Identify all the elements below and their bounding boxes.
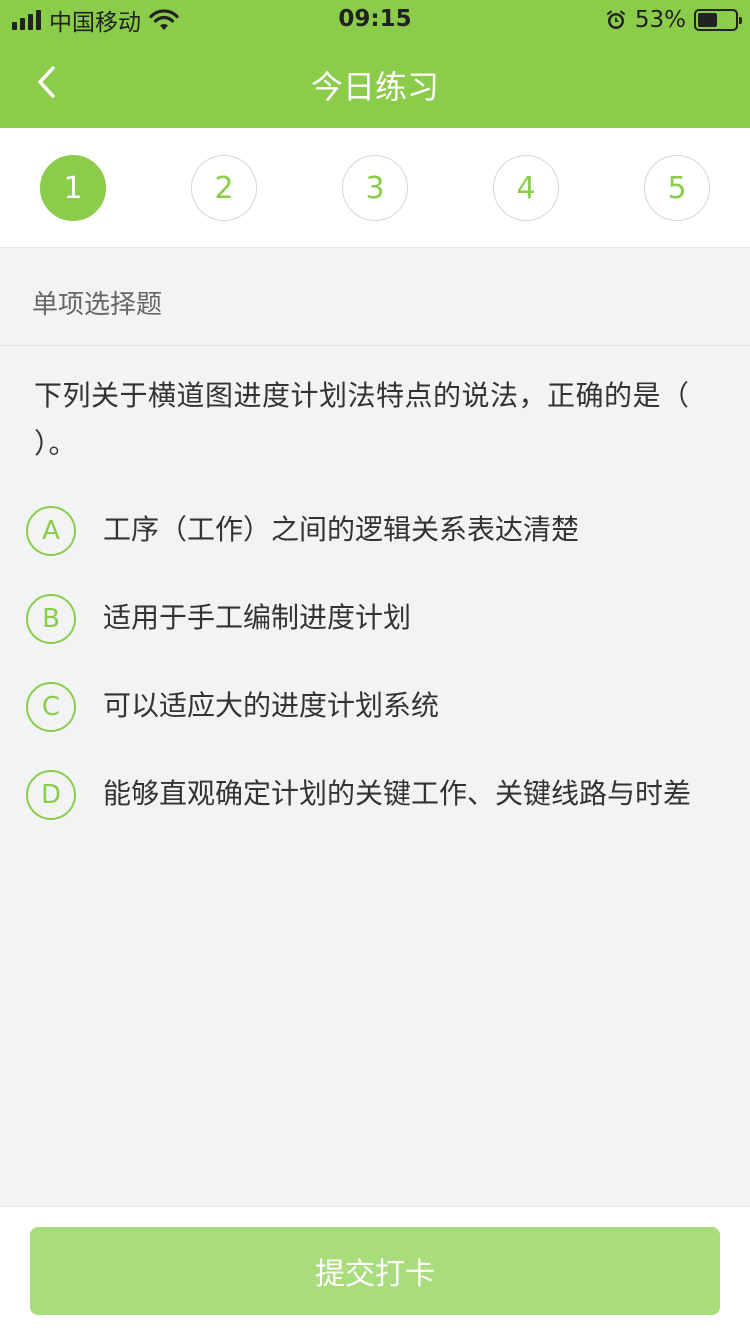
question-type-label: 单项选择题	[32, 290, 163, 320]
question-text: 下列关于横道图进度计划法特点的说法，正确的是（ ）。	[34, 379, 690, 460]
step-4-button[interactable]: 4	[493, 155, 559, 221]
question-type-header: 单项选择题	[0, 248, 750, 346]
option-text: 能够直观确定计划的关键工作、关键线路与时差	[103, 777, 692, 810]
option-text: 可以适应大的进度计划系统	[103, 689, 440, 722]
battery-fill	[698, 13, 718, 27]
step-1-button[interactable]: 1	[40, 155, 106, 221]
footer-bar: 提交打卡	[0, 1206, 750, 1334]
question-step-strip: 1 2 3 4 5	[0, 128, 750, 248]
battery-percent: 53%	[634, 7, 686, 33]
option-text: 工序（工作）之间的逻辑关系表达清楚	[103, 513, 580, 546]
option-text: 适用于手工编制进度计划	[103, 601, 412, 634]
step-3-button[interactable]: 3	[342, 155, 408, 221]
status-bar: 中国移动 09:15 53%	[0, 0, 750, 40]
top-bar: 中国移动 09:15 53% 今日练习	[0, 0, 750, 128]
option-letter-circle: D	[26, 770, 76, 820]
screen: 中国移动 09:15 53% 今日练习 1 2 3 4 5 单项选择题 下列关于…	[0, 0, 750, 1334]
page-title: 今日练习	[310, 68, 439, 106]
option-letter-circle: B	[26, 594, 76, 644]
nav-bar: 今日练习	[0, 40, 750, 128]
alarm-icon	[606, 10, 625, 29]
option-letter-circle: A	[26, 506, 76, 556]
status-right: 53%	[605, 6, 742, 34]
step-2-button[interactable]: 2	[191, 155, 257, 221]
submit-checkin-button[interactable]: 提交打卡	[30, 1227, 720, 1315]
battery-icon	[694, 9, 742, 31]
option-letter-circle: C	[26, 682, 76, 732]
step-5-button[interactable]: 5	[644, 155, 710, 221]
